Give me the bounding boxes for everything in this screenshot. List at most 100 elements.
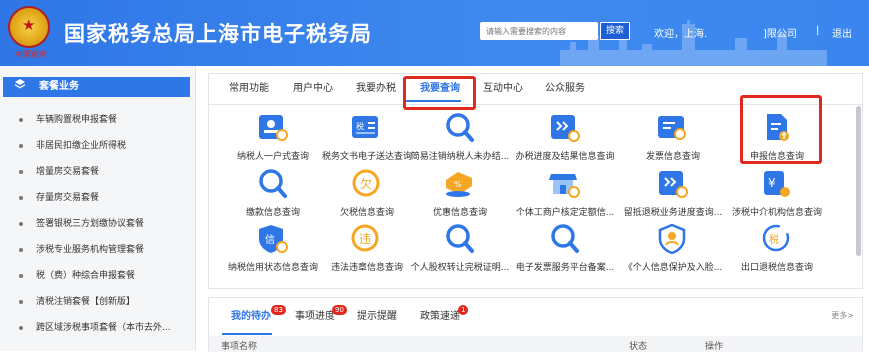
- progress-search-icon: [547, 112, 583, 144]
- violation-icon: 违: [349, 223, 385, 255]
- header-separator: |: [816, 25, 820, 36]
- tab-policy[interactable]: 政策速递: [420, 298, 460, 336]
- tax-document-icon: 税: [349, 112, 385, 144]
- tab-reminders[interactable]: 提示提醒: [357, 298, 397, 336]
- sidebar-item[interactable]: 车辆购置税申报套餐: [0, 107, 196, 133]
- sidebar-title: 套餐业务: [39, 81, 79, 92]
- company-name[interactable]: ]限公司: [763, 25, 797, 40]
- tab-tax-handling[interactable]: 我要办税: [356, 74, 396, 104]
- person-search-icon: [255, 112, 291, 144]
- agency-icon: ¥: [759, 168, 795, 200]
- tile-label: 个体工商户核定定额信...: [515, 208, 615, 218]
- sidebar-item[interactable]: 跨区域涉税事项套餐（本市去外...: [0, 315, 196, 341]
- shop-icon: [547, 168, 583, 200]
- query-tile[interactable]: 留抵退税业务进度查询...: [618, 168, 728, 230]
- more-link[interactable]: 更多>: [831, 310, 854, 321]
- search-button[interactable]: 搜索: [600, 22, 630, 40]
- magnifier-icon: [255, 168, 291, 200]
- column-status: 状态: [629, 342, 648, 352]
- query-tile[interactable]: 办税进度及结果信息查询: [510, 112, 620, 174]
- tile-label: 简易注销纳税人未办结...: [410, 152, 510, 162]
- active-bottom-tab-indicator: [222, 333, 272, 335]
- sidebar-item[interactable]: 增量房交易套餐: [0, 159, 196, 185]
- highlight-box-tile: [740, 95, 822, 164]
- policy-count-badge: 1: [458, 305, 469, 315]
- query-tile[interactable]: 发票信息查询: [618, 112, 728, 174]
- export-refund-icon: 税: [759, 223, 795, 255]
- tab-interaction[interactable]: 互动中心: [483, 74, 523, 104]
- query-tile[interactable]: 税出口退税信息查询: [722, 223, 832, 285]
- bullet-icon: [19, 300, 23, 304]
- refund-progress-icon: [655, 168, 691, 200]
- site-title: 国家税务总局上海市电子税务局: [64, 22, 372, 46]
- sidebar-item[interactable]: 非居民扣缴企业所得税: [0, 133, 196, 159]
- column-item-name: 事项名称: [221, 342, 258, 352]
- bullet-icon: [19, 118, 23, 122]
- sidebar: 套餐业务 车辆购置税申报套餐 非居民扣缴企业所得税 增量房交易套餐 存量房交易套…: [0, 66, 196, 351]
- magnifier-icon: [442, 112, 478, 144]
- sidebar-item[interactable]: 签署银税三方划缴协议套餐: [0, 211, 196, 237]
- tab-my-todo[interactable]: 我的待办: [231, 298, 271, 336]
- privacy-shield-icon: [655, 223, 691, 255]
- layers-icon: [15, 77, 25, 97]
- magnifier-icon: [547, 223, 583, 255]
- tab-common-functions[interactable]: 常用功能: [229, 74, 269, 104]
- query-tile[interactable]: 个人股权转让完税证明...: [405, 223, 515, 285]
- bullet-icon: [19, 274, 23, 278]
- bullet-icon: [19, 144, 23, 148]
- column-action: 操作: [705, 342, 724, 352]
- tile-label: 电子发票服务平台备案...: [515, 263, 615, 273]
- tab-public-service[interactable]: 公众服务: [545, 74, 585, 104]
- emblem-caption: 中国税务: [14, 50, 46, 59]
- invoice-search-icon: [655, 112, 691, 144]
- sidebar-item[interactable]: 税（费）种综合申报套餐: [0, 263, 196, 289]
- query-tile[interactable]: ¥ 涉税中介机构信息查询: [722, 168, 832, 230]
- highlight-box-tab: [403, 76, 476, 110]
- query-tile[interactable]: 《个人信息保护及入脸...: [618, 223, 728, 285]
- todo-panel: 我的待办 83 事项进度 90 提示提醒 政策速递 1 更多> 事项名称 状态 …: [208, 297, 863, 352]
- tile-label: 办税进度及结果信息查询: [515, 152, 615, 162]
- bullet-icon: [19, 326, 23, 330]
- svg-text:税: 税: [769, 233, 779, 246]
- sidebar-item[interactable]: 清税注销套餐【创新版】: [0, 289, 196, 315]
- tab-user-center[interactable]: 用户中心: [293, 74, 333, 104]
- svg-text:税: 税: [356, 121, 364, 131]
- bullet-icon: [19, 222, 23, 226]
- tab-progress[interactable]: 事项进度: [295, 298, 335, 336]
- svg-text:%: %: [454, 180, 462, 189]
- owed-tax-icon: 欠: [349, 168, 385, 200]
- query-tile[interactable]: 简易注销纳税人未办结...: [405, 112, 515, 174]
- credit-shield-icon: 信: [255, 223, 291, 255]
- tile-label: 个人股权转让完税证明...: [410, 263, 510, 273]
- magnifier-icon: [442, 223, 478, 255]
- tile-label: 《个人信息保护及入脸...: [623, 263, 723, 273]
- table-header: 事项名称 状态 操作: [209, 336, 862, 352]
- bullet-icon: [19, 170, 23, 174]
- sidebar-header[interactable]: 套餐业务: [3, 77, 190, 97]
- tile-label: 优惠信息查询: [432, 208, 487, 218]
- tile-label: 出口退税信息查询: [740, 263, 813, 273]
- sidebar-item[interactable]: 存量房交易套餐: [0, 185, 196, 211]
- scrollbar[interactable]: [856, 106, 861, 256]
- discount-icon: %: [442, 168, 478, 200]
- welcome-text: 欢迎，上海.: [654, 29, 708, 40]
- logout-link[interactable]: 退出: [832, 25, 852, 40]
- bullet-icon: [19, 248, 23, 252]
- sidebar-item[interactable]: 涉税专业服务机构管理套餐: [0, 237, 196, 263]
- tax-emblem-logo: [8, 6, 50, 48]
- svg-text:违: 违: [359, 232, 371, 246]
- bullet-icon: [19, 196, 23, 200]
- todo-count-badge: 83: [271, 305, 286, 315]
- svg-text:欠: 欠: [360, 176, 372, 191]
- tile-label: 涉税中介机构信息查询: [731, 208, 822, 218]
- svg-text:信: 信: [265, 234, 275, 246]
- query-tile[interactable]: 个体工商户核定定额信...: [510, 168, 620, 230]
- query-tile[interactable]: % 优惠信息查询: [405, 168, 515, 230]
- search-input[interactable]: [480, 22, 598, 40]
- progress-count-badge: 90: [332, 305, 347, 315]
- tile-label: 发票信息查询: [645, 152, 700, 162]
- query-tile[interactable]: 电子发票服务平台备案...: [510, 223, 620, 285]
- site-header: 中国税务 国家税务总局上海市电子税务局 搜索 欢迎，上海. ]限公司 | 退出: [0, 0, 869, 66]
- svg-text:¥: ¥: [768, 176, 776, 190]
- tile-label: 留抵退税业务进度查询...: [623, 208, 723, 218]
